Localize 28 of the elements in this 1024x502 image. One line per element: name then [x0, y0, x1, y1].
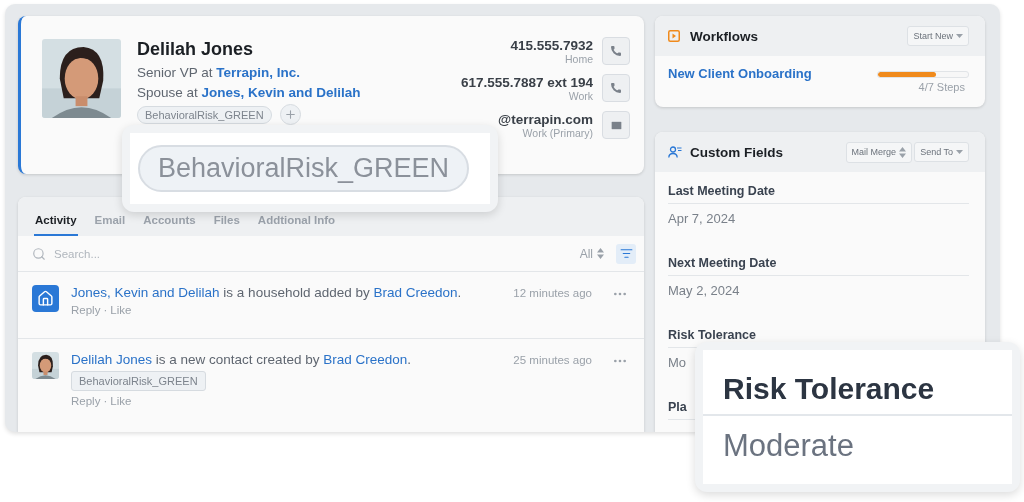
- contact-method-label: Work (Primary): [522, 126, 593, 139]
- phone-number: 415.555.7932: [510, 37, 593, 53]
- separator: ·: [103, 304, 108, 316]
- progress-text: 4/7 Steps: [918, 81, 965, 93]
- field-value: Mo: [668, 354, 688, 370]
- card-title: Custom Fields: [690, 144, 784, 160]
- field-value: Moderate: [722, 427, 855, 464]
- card-title: Workflows: [690, 28, 759, 44]
- tag: BehavioralRisk_GREEN: [138, 145, 470, 192]
- field-label: Next Meeting Date: [668, 256, 969, 276]
- activity-text: Jones, Kevin and Delilah is a household added by Brad Creedon.: [71, 285, 463, 300]
- email-address: @terrapin.com: [498, 111, 593, 127]
- field-value: Apr 7, 2024: [668, 210, 737, 226]
- timestamp: 12 minutes ago: [513, 287, 592, 301]
- contact-name: Delilah Jones: [137, 39, 255, 60]
- timestamp: 25 minutes ago: [513, 354, 592, 368]
- tag: BehavioralRisk_GREEN: [71, 371, 206, 391]
- field-label: Risk Tolerance: [703, 372, 1012, 416]
- contact-method-label: Work: [568, 89, 593, 102]
- contact-detail: Senior VP at Terrapin, Inc.: [137, 64, 302, 82]
- activity-text: Delilah Jones is a new contact created by Brad Creedon.: [71, 352, 412, 367]
- field-value: May 2, 2024: [668, 282, 741, 298]
- tag: BehavioralRisk_GREEN: [137, 105, 272, 124]
- contact-detail: Spouse at Jones, Kevin and Delilah: [137, 84, 362, 102]
- separator: ·: [103, 395, 108, 407]
- field-label: Last Meeting Date: [668, 184, 969, 204]
- contact-method-label: Home: [565, 52, 593, 65]
- phone-number: 617.555.7887 ext 194: [460, 74, 593, 90]
